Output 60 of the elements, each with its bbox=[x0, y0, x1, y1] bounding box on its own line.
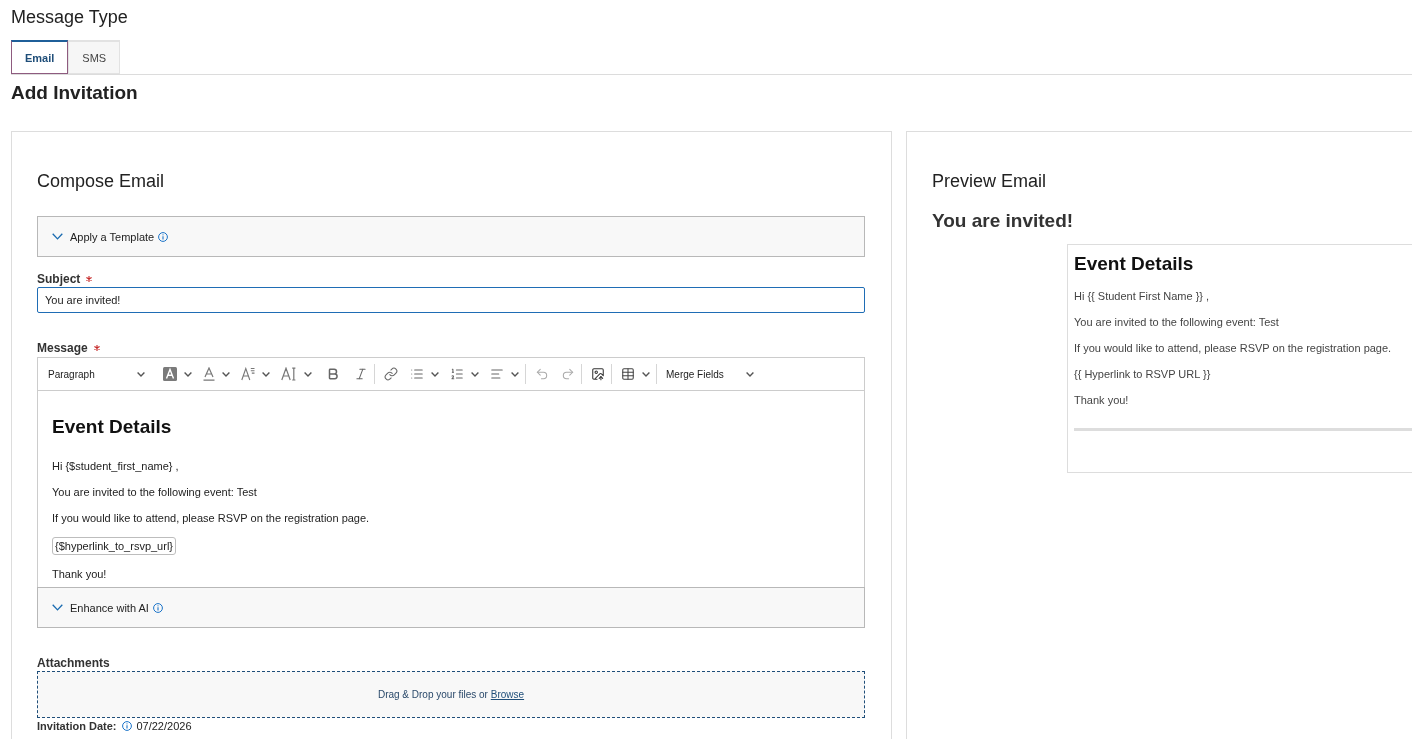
preview-paragraph: If you would like to attend, please RSVP on the registration page. bbox=[1074, 341, 1393, 355]
caret-icon bbox=[431, 371, 439, 377]
subject-label: Subject bbox=[37, 272, 81, 286]
paragraph-format-dropdown[interactable]: Paragraph bbox=[48, 362, 149, 386]
message-type-heading: Message Type bbox=[11, 6, 129, 28]
align-left-icon bbox=[490, 367, 504, 381]
message-paragraph: Hi {$student_first_name} , bbox=[52, 459, 180, 473]
browse-link[interactable]: Browse bbox=[490, 689, 525, 700]
font-color-icon bbox=[203, 367, 215, 381]
image-upload-icon bbox=[591, 367, 605, 381]
file-drop-zone[interactable]: Drag & Drop your files or Browse bbox=[37, 671, 865, 718]
info-icon bbox=[152, 602, 163, 613]
attachments-label: Attachments bbox=[37, 656, 110, 670]
compose-title: Compose Email bbox=[37, 170, 166, 192]
bulleted-list-icon bbox=[410, 367, 424, 381]
redo-icon bbox=[561, 367, 575, 381]
caret-icon bbox=[511, 371, 519, 377]
message-paragraph: Thank you! bbox=[52, 567, 108, 581]
caret-icon bbox=[137, 371, 145, 377]
message-heading: Event Details bbox=[52, 416, 173, 438]
preview-heading: Event Details bbox=[1074, 253, 1195, 275]
caret-icon bbox=[642, 371, 650, 377]
preview-subject: You are invited! bbox=[932, 210, 1075, 232]
link-icon bbox=[384, 367, 398, 381]
bold-icon bbox=[326, 367, 340, 381]
info-icon bbox=[122, 721, 133, 731]
enhance-ai-accordion[interactable]: Enhance with AI bbox=[37, 587, 865, 628]
merge-field-tag[interactable]: {$hyperlink_to_rsvp_url} bbox=[52, 537, 177, 555]
message-type-tab[interactable]: Email bbox=[11, 40, 69, 74]
caret-icon bbox=[222, 371, 230, 377]
message-label: Message bbox=[37, 341, 88, 355]
preview-paragraph: Thank you! bbox=[1074, 393, 1130, 407]
caret-icon bbox=[471, 371, 479, 377]
preview-paragraph: Hi {{ Student First Name }} , bbox=[1074, 289, 1211, 303]
italic-icon bbox=[354, 367, 368, 381]
table-icon bbox=[621, 367, 635, 381]
info-icon bbox=[158, 231, 169, 242]
caret-icon bbox=[304, 371, 312, 377]
preview-paragraph: You are invited to the following event: Test bbox=[1074, 315, 1280, 329]
template-accordion[interactable]: Apply a Template bbox=[37, 216, 865, 257]
invitation-date-label: Invitation Date: bbox=[37, 720, 117, 732]
undo-icon bbox=[535, 367, 549, 381]
page-title: Add Invitation bbox=[11, 82, 139, 104]
preview-paragraph: {{ Hyperlink to RSVP URL }} bbox=[1074, 367, 1212, 381]
font-size-icon bbox=[241, 367, 255, 381]
caret-icon bbox=[184, 371, 192, 377]
message-type-tab[interactable]: SMS bbox=[68, 40, 121, 74]
preview-title: Preview Email bbox=[932, 170, 1048, 192]
text-style-icon bbox=[281, 367, 297, 381]
invitation-date-value: 07/22/2026 bbox=[136, 720, 192, 732]
numbered-list-icon bbox=[450, 367, 464, 381]
message-paragraph: You are invited to the following event: Test bbox=[52, 485, 258, 499]
caret-icon bbox=[746, 371, 754, 377]
message-paragraph: If you would like to attend, please RSVP on the registration page. bbox=[52, 511, 371, 525]
drop-zone-text: Drag & Drop your files or Browse bbox=[377, 689, 525, 700]
message-editor-field[interactable]: Event Details Hi {$student_first_name} , You are invited to the following event: Test If you would like to attend, please RSVP on the registration page. {$hyperlink_to_rsvp_url} Thank you! bbox=[37, 391, 865, 587]
highlight-color-icon bbox=[163, 367, 177, 381]
subject-input[interactable]: You are invited! bbox=[37, 287, 865, 313]
caret-icon bbox=[262, 371, 270, 377]
merge-fields-dropdown[interactable]: Merge Fields bbox=[666, 362, 758, 386]
